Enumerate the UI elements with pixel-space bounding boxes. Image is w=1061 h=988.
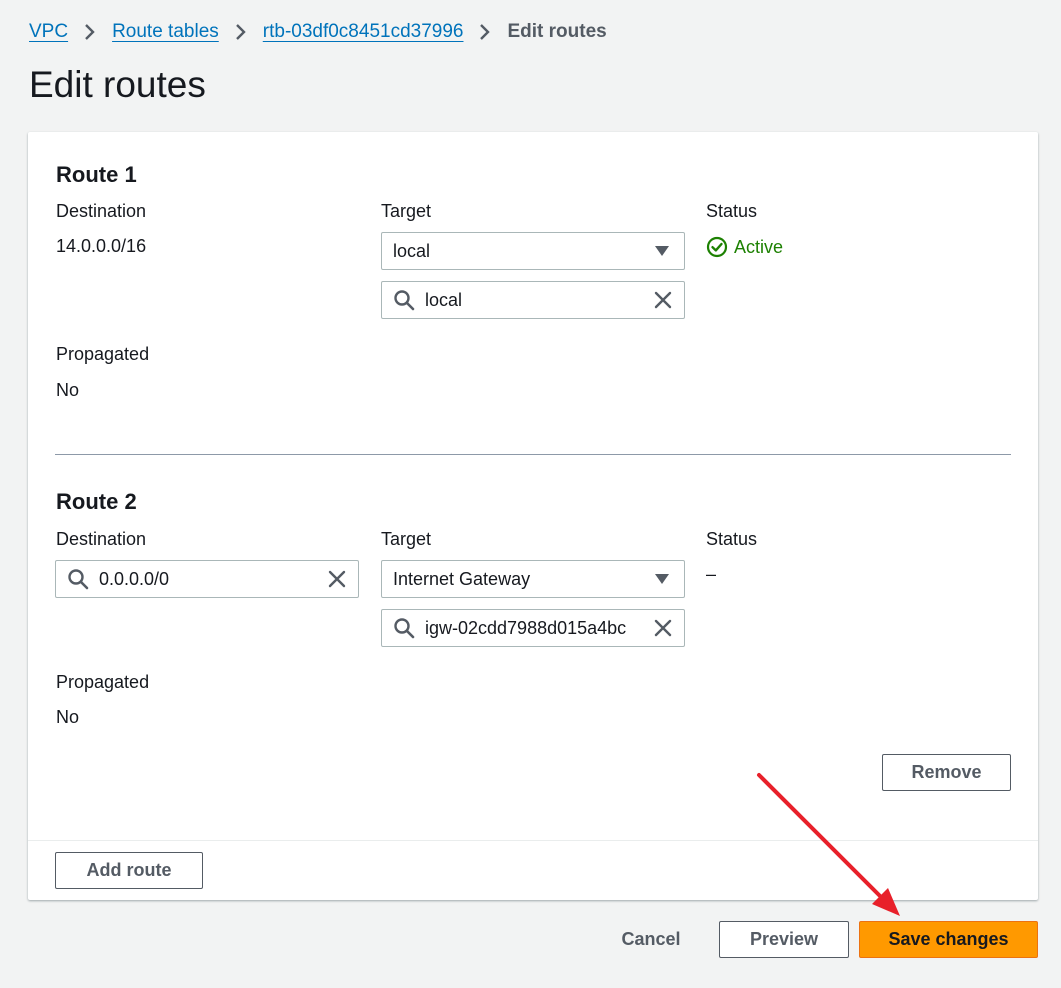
route-2-destination-value: 0.0.0.0/0	[99, 568, 170, 589]
route-1-status-label: Status	[706, 201, 758, 221]
route-1-status-value: Active	[734, 236, 784, 257]
close-icon[interactable]	[652, 617, 674, 639]
route-1-target-search-value: local	[425, 289, 463, 310]
routes-panel: Route 1 Destination 14.0.0.0/16 Target l…	[28, 132, 1038, 900]
route-2-target-type-value: Internet Gateway	[393, 568, 531, 589]
chevron-right-icon	[219, 23, 263, 41]
route-2-target-search-value: igw-02cdd7988d015a4bc	[425, 617, 627, 638]
chevron-right-icon	[463, 23, 507, 41]
caret-down-icon	[655, 246, 669, 256]
close-icon[interactable]	[652, 289, 674, 311]
route-1-title: Route 1	[56, 162, 137, 187]
route-1-target-search-input[interactable]: local	[381, 281, 685, 319]
route-1-target-type-value: local	[393, 240, 431, 261]
page-title: Edit routes	[29, 64, 206, 105]
route-2-destination-input[interactable]: 0.0.0.0/0	[55, 560, 359, 598]
save-changes-button[interactable]: Save changes	[859, 921, 1038, 958]
breadcrumb-current: Edit routes	[507, 21, 607, 42]
panel-footer-divider	[28, 840, 1038, 841]
search-icon	[394, 290, 415, 311]
route-1-destination-value: 14.0.0.0/16	[56, 236, 147, 256]
add-route-button[interactable]: Add route	[55, 852, 203, 889]
route-1-destination-label: Destination	[56, 201, 147, 221]
route-2-title: Route 2	[56, 489, 137, 514]
breadcrumb-route-table-id[interactable]: rtb-03df0c8451cd37996	[263, 21, 464, 43]
check-circle-icon	[706, 236, 728, 258]
chevron-right-icon	[68, 23, 112, 41]
preview-button[interactable]: Preview	[719, 921, 849, 958]
route-2-target-search-input[interactable]: igw-02cdd7988d015a4bc	[381, 609, 685, 647]
search-icon	[68, 569, 89, 590]
caret-down-icon	[655, 574, 669, 584]
close-icon[interactable]	[326, 568, 348, 590]
remove-route-button[interactable]: Remove	[882, 754, 1011, 791]
breadcrumb-route-tables[interactable]: Route tables	[112, 21, 219, 43]
route-1-target-type-select[interactable]: local	[381, 232, 685, 270]
route-2-status-label: Status	[706, 529, 758, 549]
search-icon	[394, 618, 415, 639]
route-2-status-value: –	[706, 564, 717, 584]
route-2-target-label: Target	[381, 529, 432, 549]
route-1-propagated-value: No	[56, 380, 80, 400]
route-1-status: Active	[706, 236, 783, 258]
cancel-button[interactable]: Cancel	[608, 921, 694, 958]
breadcrumb-vpc[interactable]: VPC	[29, 21, 68, 43]
route-2-destination-label: Destination	[56, 529, 147, 549]
route-2-propagated-value: No	[56, 707, 80, 727]
route-divider	[55, 454, 1011, 455]
route-1-target-label: Target	[381, 201, 432, 221]
route-1-propagated-label: Propagated	[56, 344, 150, 364]
breadcrumb: VPC Route tables rtb-03df0c8451cd37996 E…	[29, 19, 607, 45]
route-2-propagated-label: Propagated	[56, 672, 150, 692]
route-2-target-type-select[interactable]: Internet Gateway	[381, 560, 685, 598]
